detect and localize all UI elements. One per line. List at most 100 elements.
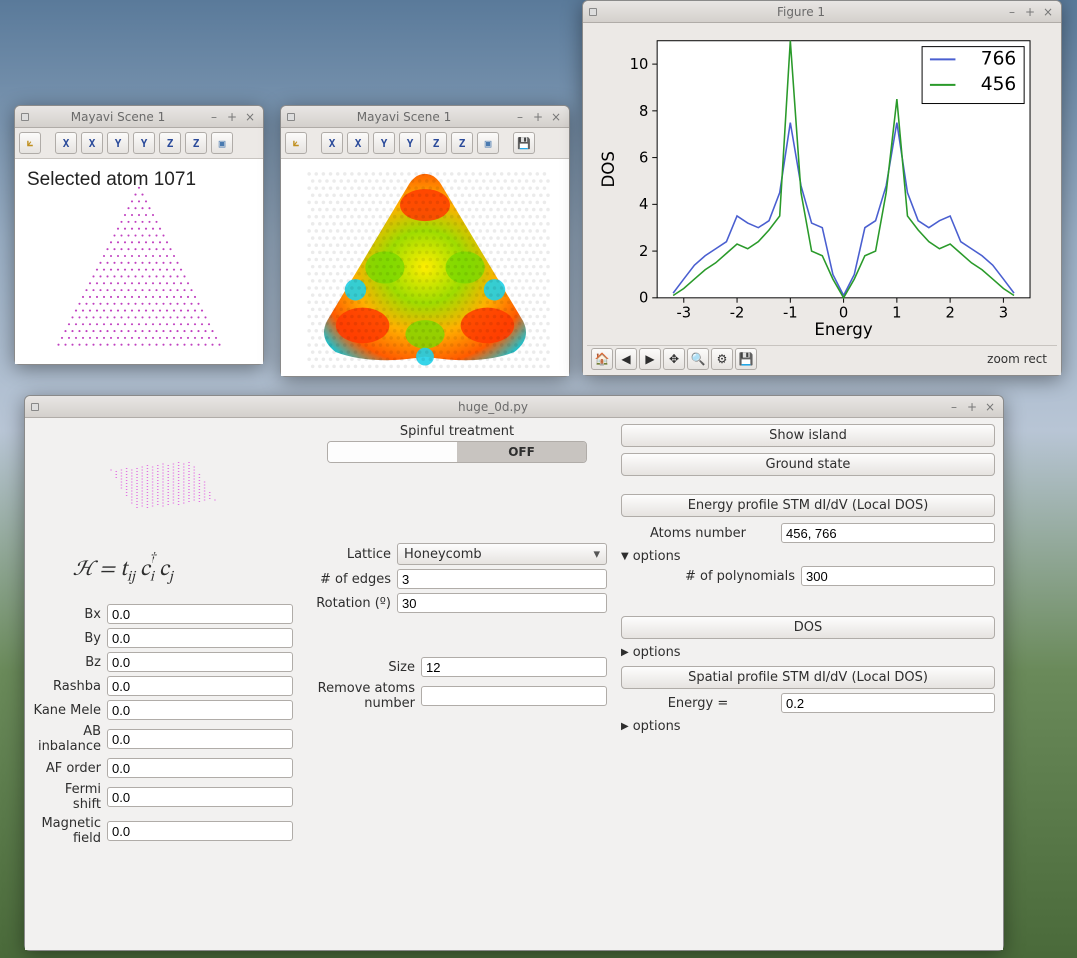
axes-icon[interactable]: ⟀ — [285, 132, 307, 154]
window-menu-icon[interactable] — [21, 113, 29, 121]
remove-atoms-label: Remove atoms number — [307, 681, 421, 711]
options-expander-1[interactable]: ▼options — [621, 547, 995, 566]
lattice-label: Lattice — [307, 547, 397, 562]
rotation-input[interactable] — [397, 593, 607, 613]
view-xpos-button[interactable]: X — [55, 132, 77, 154]
view-ypos-button[interactable]: Y — [373, 132, 395, 154]
save-icon[interactable]: 💾 — [735, 348, 757, 370]
bx-label: Bx — [33, 607, 107, 622]
minimize-button[interactable]: – — [207, 110, 221, 124]
dos-button[interactable]: DOS — [621, 616, 995, 639]
configure-icon[interactable]: ⚙ — [711, 348, 733, 370]
window-title: Figure 1 — [601, 5, 1001, 19]
minimize-button[interactable]: – — [947, 400, 961, 414]
back-icon[interactable]: ◀ — [615, 348, 637, 370]
spatial-profile-button[interactable]: Spatial profile STM dI/dV (Local DOS) — [621, 666, 995, 689]
close-button[interactable]: × — [1041, 5, 1055, 19]
close-button[interactable]: × — [983, 400, 997, 414]
axes-icon[interactable]: ⟀ — [19, 132, 41, 154]
view-xpos-button[interactable]: X — [321, 132, 343, 154]
view-yneg-button[interactable]: Y — [133, 132, 155, 154]
bz-input[interactable] — [107, 652, 293, 672]
view-zneg-button[interactable]: Z — [185, 132, 207, 154]
titlebar[interactable]: Mayavi Scene 1 – + × — [15, 106, 263, 128]
polynomials-input[interactable] — [801, 566, 995, 586]
ground-state-button[interactable]: Ground state — [621, 453, 995, 476]
scene-viewport[interactable]: Selected atom 1071 — [15, 159, 263, 364]
iso-view-icon[interactable]: ▣ — [477, 132, 499, 154]
atoms-number-input[interactable] — [781, 523, 995, 543]
pan-icon[interactable]: ✥ — [663, 348, 685, 370]
lattice-preview — [83, 430, 243, 540]
maximize-button[interactable]: + — [225, 110, 239, 124]
remove-atoms-input[interactable] — [421, 686, 607, 706]
chevron-right-icon: ▶ — [621, 647, 629, 658]
matplotlib-toolbar: 🏠 ◀ ▶ ✥ 🔍 ⚙ 💾 zoom rect — [587, 345, 1057, 371]
options-expander-3[interactable]: ▶options — [621, 717, 995, 736]
svg-text:4: 4 — [639, 196, 648, 213]
window-menu-icon[interactable] — [589, 8, 597, 16]
maximize-button[interactable]: + — [531, 110, 545, 124]
close-button[interactable]: × — [549, 110, 563, 124]
hamiltonian-equation: ℋ = tij c†i cj — [73, 556, 293, 586]
af-order-input[interactable] — [107, 758, 293, 778]
ab-inbalance-input[interactable] — [107, 729, 293, 749]
titlebar[interactable]: Figure 1 – + × — [583, 1, 1061, 23]
scene-viewport[interactable] — [281, 159, 569, 376]
ab-inbalance-label: AB inbalance — [33, 724, 107, 754]
view-xneg-button[interactable]: X — [81, 132, 103, 154]
show-island-button[interactable]: Show island — [621, 424, 995, 447]
polynomials-label: # of polynomials — [661, 569, 801, 584]
options-expander-2[interactable]: ▶options — [621, 643, 995, 662]
maximize-button[interactable]: + — [965, 400, 979, 414]
view-zneg-button[interactable]: Z — [451, 132, 473, 154]
view-ypos-button[interactable]: Y — [107, 132, 129, 154]
bx-input[interactable] — [107, 604, 293, 624]
lattice-select[interactable]: Honeycomb — [397, 543, 607, 565]
minimize-button[interactable]: – — [1005, 5, 1019, 19]
spinful-on-half[interactable] — [328, 442, 457, 462]
energy-profile-button[interactable]: Energy profile STM dI/dV (Local DOS) — [621, 494, 995, 517]
window-menu-icon[interactable] — [31, 403, 39, 411]
iso-view-icon[interactable]: ▣ — [211, 132, 233, 154]
atoms-number-label: Atoms number — [621, 526, 781, 541]
magnetic-field-input[interactable] — [107, 821, 293, 841]
svg-text:2: 2 — [945, 304, 954, 321]
window-menu-icon[interactable] — [287, 113, 295, 121]
energy-eq-input[interactable] — [781, 693, 995, 713]
titlebar[interactable]: huge_0d.py – + × — [25, 396, 1003, 418]
svg-text:-1: -1 — [783, 304, 798, 321]
svg-text:1: 1 — [892, 304, 901, 321]
mayavi-scene-2-window: Mayavi Scene 1 – + × ⟀ X X Y Y Z Z ▣ 💾 — [280, 105, 570, 377]
view-yneg-button[interactable]: Y — [399, 132, 421, 154]
close-button[interactable]: × — [243, 110, 257, 124]
home-icon[interactable]: 🏠 — [591, 348, 613, 370]
panel-body: ℋ = tij c†i cj Bx By Bz Rashba Kane Mele… — [25, 418, 1003, 950]
spinful-toggle[interactable]: OFF — [327, 441, 587, 463]
energy-eq-label: Energy = — [621, 696, 781, 711]
view-xneg-button[interactable]: X — [347, 132, 369, 154]
zoom-icon[interactable]: 🔍 — [687, 348, 709, 370]
size-input[interactable] — [421, 657, 607, 677]
minimize-button[interactable]: – — [513, 110, 527, 124]
rashba-input[interactable] — [107, 676, 293, 696]
svg-text:3: 3 — [999, 304, 1008, 321]
edges-input[interactable] — [397, 569, 607, 589]
spinful-off-half[interactable]: OFF — [457, 442, 586, 462]
save-scene-icon[interactable]: 💾 — [513, 132, 535, 154]
maximize-button[interactable]: + — [1023, 5, 1037, 19]
svg-text:-2: -2 — [730, 304, 745, 321]
view-zpos-button[interactable]: Z — [425, 132, 447, 154]
kane-mele-input[interactable] — [107, 700, 293, 720]
forward-icon[interactable]: ▶ — [639, 348, 661, 370]
plot-canvas[interactable]: -3-2-101230246810EnergyDOS766456 — [593, 27, 1051, 341]
svg-text:8: 8 — [639, 103, 648, 120]
svg-text:766: 766 — [981, 48, 1017, 69]
rashba-label: Rashba — [33, 679, 107, 694]
view-zpos-button[interactable]: Z — [159, 132, 181, 154]
svg-text:DOS: DOS — [599, 151, 618, 188]
fermi-shift-input[interactable] — [107, 787, 293, 807]
titlebar[interactable]: Mayavi Scene 1 – + × — [281, 106, 569, 128]
by-input[interactable] — [107, 628, 293, 648]
svg-text:10: 10 — [630, 56, 649, 73]
